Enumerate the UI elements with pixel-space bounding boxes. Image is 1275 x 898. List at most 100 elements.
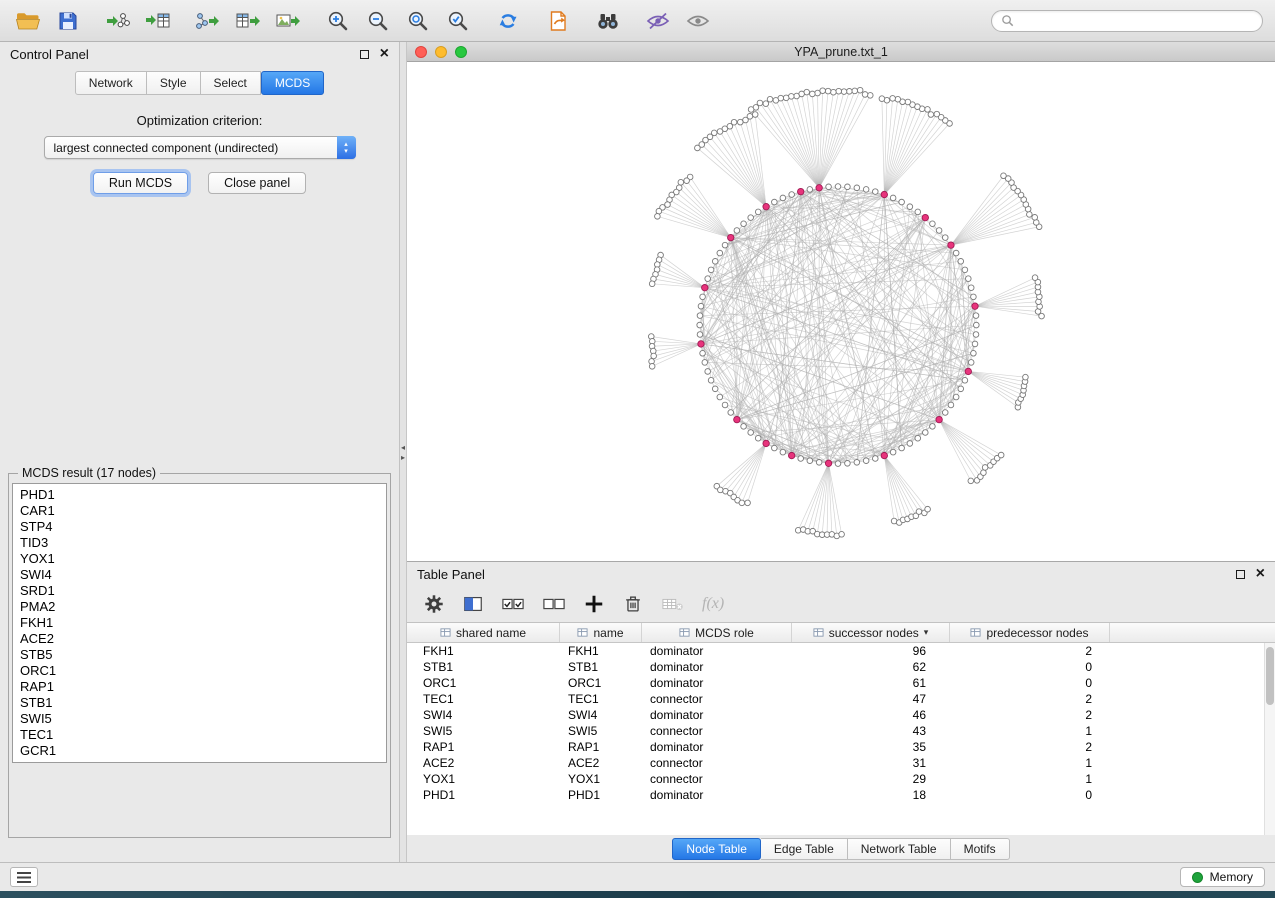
zoom-out-button[interactable] — [362, 6, 394, 36]
close-table-panel-icon[interactable]: × — [1256, 569, 1265, 579]
export-table-icon — [235, 9, 261, 33]
mcds-result-item[interactable]: CAR1 — [20, 503, 379, 519]
criterion-dropdown[interactable]: largest connected component (undirected)… — [44, 136, 356, 159]
mcds-result-item[interactable]: STP4 — [20, 519, 379, 535]
deselect-all-button[interactable] — [542, 593, 566, 615]
search-network-button[interactable] — [592, 6, 624, 36]
column-header-mcds-role[interactable]: MCDS role — [642, 623, 792, 642]
minimize-window-button[interactable] — [435, 46, 447, 58]
delete-column-button[interactable] — [622, 593, 644, 615]
refresh-layout-icon — [496, 9, 520, 33]
table-scrollbar[interactable] — [1264, 643, 1275, 835]
column-header-name[interactable]: name — [560, 623, 642, 642]
zoom-in-icon — [326, 9, 350, 33]
show-column-button[interactable] — [462, 593, 484, 615]
export-image-button[interactable] — [272, 6, 304, 36]
desktop-wallpaper-strip — [0, 891, 1275, 898]
tab-mcds[interactable]: MCDS — [261, 71, 324, 95]
zoom-in-button[interactable] — [322, 6, 354, 36]
column-header-successor-nodes[interactable]: successor nodes▾ — [792, 623, 950, 642]
tab-node-table[interactable]: Node Table — [672, 838, 761, 860]
import-network-button[interactable] — [102, 6, 134, 36]
status-bar: Memory — [0, 862, 1275, 891]
mcds-result-item[interactable]: YOX1 — [20, 551, 379, 567]
mcds-result-item[interactable]: ACE2 — [20, 631, 379, 647]
table-row[interactable]: TEC1TEC1connector472 — [407, 691, 1275, 707]
expand-right-icon[interactable]: ▸ — [401, 454, 405, 461]
table-settings-button[interactable] — [423, 593, 445, 615]
zoom-selected-button[interactable] — [442, 6, 474, 36]
mcds-result-group: MCDS result (17 nodes) PHD1CAR1STP4TID3Y… — [8, 466, 391, 838]
float-panel-button[interactable] — [360, 50, 369, 59]
table-row[interactable]: FKH1FKH1dominator962 — [407, 643, 1275, 659]
export-table-button[interactable] — [232, 6, 264, 36]
column-type-icon — [440, 627, 451, 638]
table-row[interactable]: RAP1RAP1dominator352 — [407, 739, 1275, 755]
network-graph — [407, 62, 1275, 561]
export-network-button[interactable] — [192, 6, 224, 36]
mcds-result-item[interactable]: STB5 — [20, 647, 379, 663]
column-header-shared-name[interactable]: shared name — [407, 623, 560, 642]
tab-edge-table[interactable]: Edge Table — [761, 838, 848, 860]
table-row[interactable]: SWI5SWI5connector431 — [407, 723, 1275, 739]
mcds-result-item[interactable]: SWI4 — [20, 567, 379, 583]
tab-network[interactable]: Network — [75, 71, 147, 95]
export-network-icon — [195, 9, 221, 33]
column-header-predecessor-nodes[interactable]: predecessor nodes — [950, 623, 1110, 642]
scrollbar-thumb[interactable] — [1266, 647, 1274, 705]
table-row[interactable]: SWI4SWI4dominator462 — [407, 707, 1275, 723]
column-type-icon — [970, 627, 981, 638]
zoom-fit-button[interactable] — [402, 6, 434, 36]
hide-graphics-button[interactable] — [642, 6, 674, 36]
table-row[interactable]: YOX1YOX1connector291 — [407, 771, 1275, 787]
close-panel-button[interactable]: Close panel — [208, 172, 306, 194]
mcds-result-item[interactable]: TEC1 — [20, 727, 379, 743]
mcds-result-item[interactable]: GCR1 — [20, 743, 379, 759]
float-table-panel-button[interactable] — [1236, 570, 1245, 579]
tab-style[interactable]: Style — [147, 71, 201, 95]
control-panel-header: Control Panel × — [0, 42, 399, 66]
close-panel-icon[interactable]: × — [380, 49, 389, 59]
mcds-result-item[interactable]: TID3 — [20, 535, 379, 551]
search-input[interactable] — [1020, 14, 1253, 28]
mcds-result-item[interactable]: FKH1 — [20, 615, 379, 631]
tab-motifs[interactable]: Motifs — [951, 838, 1010, 860]
eye-slash-icon — [645, 9, 671, 33]
network-canvas[interactable] — [407, 62, 1275, 561]
open-session-button[interactable] — [12, 6, 44, 36]
table-body: FKH1FKH1dominator962STB1STB1dominator620… — [407, 643, 1275, 803]
apply-layout-button[interactable] — [492, 6, 524, 36]
trash-icon — [622, 593, 644, 615]
panel-splitter[interactable]: ◂ ▸ — [400, 42, 407, 862]
close-window-button[interactable] — [415, 46, 427, 58]
table-row[interactable]: PHD1PHD1dominator180 — [407, 787, 1275, 803]
mcds-result-item[interactable]: SRD1 — [20, 583, 379, 599]
tab-network-table[interactable]: Network Table — [848, 838, 951, 860]
table-tabs: Node TableEdge TableNetwork TableMotifs — [407, 835, 1275, 862]
mcds-result-item[interactable]: STB1 — [20, 695, 379, 711]
mcds-result-list[interactable]: PHD1CAR1STP4TID3YOX1SWI4SRD1PMA2FKH1ACE2… — [12, 483, 387, 763]
add-column-button[interactable] — [583, 593, 605, 615]
zoom-window-button[interactable] — [455, 46, 467, 58]
save-session-button[interactable] — [52, 6, 84, 36]
select-all-button[interactable] — [501, 593, 525, 615]
tab-select[interactable]: Select — [201, 71, 261, 95]
share-document-button[interactable] — [542, 6, 574, 36]
import-table-button[interactable] — [142, 6, 174, 36]
mcds-result-item[interactable]: PMA2 — [20, 599, 379, 615]
memory-button[interactable]: Memory — [1180, 867, 1265, 887]
table-row[interactable]: STB1STB1dominator620 — [407, 659, 1275, 675]
mcds-result-item[interactable]: ORC1 — [20, 663, 379, 679]
run-mcds-button[interactable]: Run MCDS — [93, 172, 188, 194]
network-window-titlebar[interactable]: YPA_prune.txt_1 — [407, 42, 1275, 62]
mcds-result-item[interactable]: RAP1 — [20, 679, 379, 695]
collapse-left-icon[interactable]: ◂ — [401, 444, 405, 451]
status-menu-button[interactable] — [10, 867, 38, 887]
table-row[interactable]: ORC1ORC1dominator610 — [407, 675, 1275, 691]
mcds-result-item[interactable]: SWI5 — [20, 711, 379, 727]
show-graphics-button[interactable] — [682, 6, 714, 36]
table-row[interactable]: ACE2ACE2connector311 — [407, 755, 1275, 771]
sort-descending-icon: ▾ — [924, 627, 929, 638]
main-toolbar — [0, 0, 1275, 42]
mcds-result-item[interactable]: PHD1 — [20, 487, 379, 503]
